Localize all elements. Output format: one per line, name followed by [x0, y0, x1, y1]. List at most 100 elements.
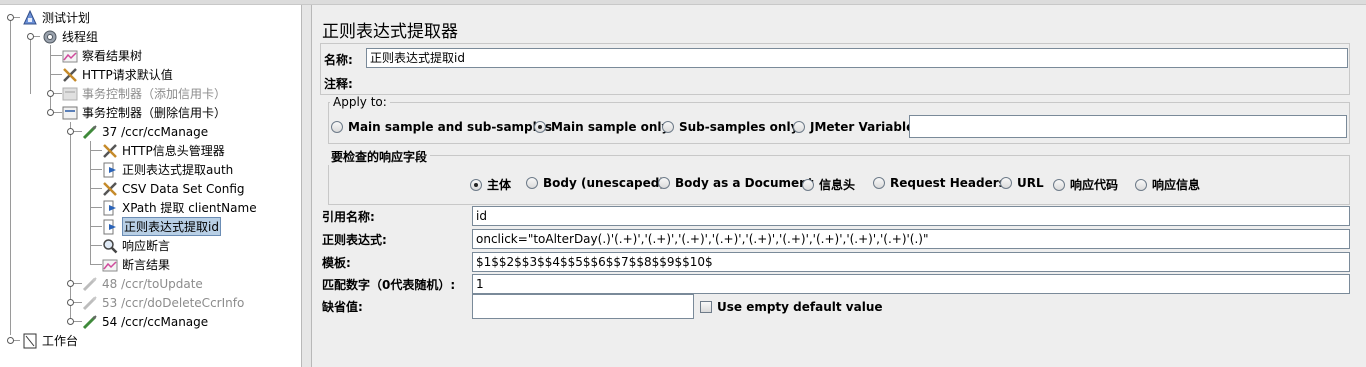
- tree-item-label: 察看结果树: [82, 49, 143, 63]
- tree-item-label: HTTP请求默认值: [82, 68, 173, 82]
- magnifier-icon: [102, 238, 118, 254]
- match-no-input[interactable]: 1: [472, 274, 1350, 294]
- tree-item-sampler-53[interactable]: 53 /ccr/doDeleteCcrInfo: [82, 293, 244, 312]
- wrench-icon: [102, 143, 118, 159]
- tree-item-view-results-tree[interactable]: 察看结果树: [62, 46, 142, 65]
- pipette-icon: [82, 124, 98, 140]
- tree-item-transaction-delete-card[interactable]: 事务控制器（删除信用卡）: [62, 103, 226, 122]
- wrench-icon: [62, 67, 78, 83]
- radio-label: JMeter Variable: [810, 120, 915, 134]
- tree-item-label: 断言结果: [122, 258, 171, 272]
- tree-item-header-manager[interactable]: HTTP信息头管理器: [102, 141, 225, 160]
- radio-dot: [793, 121, 805, 133]
- ref-name-input[interactable]: id: [472, 206, 1350, 226]
- tree-item-label: CSV Data Set Config: [122, 181, 245, 196]
- tree-item-response-assertion[interactable]: 响应断言: [102, 236, 170, 255]
- radio-sub-only[interactable]: Sub-samples only: [662, 120, 798, 134]
- radio-dot: [802, 178, 814, 191]
- split-pane-divider[interactable]: [302, 5, 312, 367]
- tree-item-sampler-54[interactable]: 54 /ccr/ccManage: [82, 312, 208, 331]
- results-chart-icon: [102, 257, 118, 273]
- radio-main-and-sub[interactable]: Main sample and sub-samples: [331, 120, 552, 134]
- regex-extractor-panel: 正则表达式提取器 名称: 正则表达式提取id 注释: Apply to: Mai…: [312, 5, 1366, 367]
- regex-label: 正则表达式:: [322, 233, 387, 247]
- tree-item-label: 事务控制器（删除信用卡）: [82, 106, 227, 120]
- regex-input[interactable]: onclick="toAlterDay(.)'(.+)','(.+)','(.+…: [472, 229, 1350, 249]
- radio-dot: [1135, 178, 1147, 191]
- tree-item-http-defaults[interactable]: HTTP请求默认值: [62, 65, 173, 84]
- match-no-label: 匹配数字（0代表随机）:: [322, 278, 456, 292]
- pipette-icon: [82, 295, 98, 311]
- tree-item-label: 54 /ccr/ccManage: [102, 314, 209, 329]
- radio-dot: [526, 177, 538, 189]
- radio-headers[interactable]: 信息头: [802, 176, 855, 193]
- tree-item-regex-auth[interactable]: 正则表达式提取auth: [102, 160, 233, 179]
- results-tree-chart-icon: [62, 48, 78, 64]
- radio-label: Body (unescaped): [543, 176, 665, 190]
- transaction-controller-icon: [62, 105, 78, 121]
- radio-label: 响应代码: [1070, 178, 1119, 192]
- tree-item-thread-group[interactable]: 线程组: [42, 27, 98, 46]
- pipette-icon: [82, 314, 98, 330]
- radio-label: Body as a Document: [675, 176, 814, 190]
- tree-item-sampler-48[interactable]: 48 /ccr/toUpdate: [82, 274, 203, 293]
- tree-item-sampler-37[interactable]: 37 /ccr/ccManage: [82, 122, 208, 141]
- radio-label: Sub-samples only: [679, 120, 799, 134]
- radio-dot: [331, 121, 343, 133]
- template-input[interactable]: $1$$2$$3$$4$$5$$6$$7$$8$$9$$10$: [472, 252, 1350, 272]
- test-plan-tree[interactable]: 测试计划 线程组 察看结果树 HTTP请求默认值 事务控制器（添加信用卡） 事务…: [0, 5, 302, 367]
- radio-dot: [470, 178, 482, 191]
- checkbox-box: [700, 301, 712, 313]
- tree-item-label: 工作台: [42, 334, 79, 348]
- panel-right-edge: [1350, 5, 1366, 367]
- radio-label: Request Headers: [890, 176, 1006, 190]
- checkbox-label: Use empty default value: [717, 300, 883, 314]
- tree-item-label: 线程组: [62, 30, 99, 44]
- tree-item-label: 测试计划: [42, 11, 91, 25]
- tree-item-label: HTTP信息头管理器: [122, 144, 225, 158]
- arrow-doc-icon: [102, 162, 118, 178]
- radio-dot: [1000, 177, 1012, 189]
- radio-label: Main sample only: [551, 120, 670, 134]
- name-input[interactable]: 正则表达式提取id: [366, 48, 1348, 68]
- radio-body[interactable]: 主体: [470, 176, 511, 193]
- tree-item-label: 正则表达式提取id: [122, 217, 221, 236]
- tree-item-assertion-results[interactable]: 断言结果: [102, 255, 170, 274]
- comment-input[interactable]: [366, 73, 1348, 90]
- template-label: 模板:: [322, 256, 351, 270]
- tree-item-test-plan[interactable]: 测试计划: [22, 8, 90, 27]
- arrow-doc-icon: [102, 200, 118, 216]
- page-title: 正则表达式提取器: [322, 22, 458, 42]
- radio-dot: [658, 177, 670, 189]
- radio-url[interactable]: URL: [1000, 176, 1044, 190]
- radio-main-only[interactable]: Main sample only: [534, 120, 669, 134]
- default-value-input[interactable]: [472, 294, 694, 319]
- radio-response-code[interactable]: 响应代码: [1053, 176, 1118, 193]
- radio-response-message[interactable]: 响应信息: [1135, 176, 1200, 193]
- radio-label: Main sample and sub-samples: [348, 120, 553, 134]
- jmeter-variable-input[interactable]: [909, 115, 1347, 138]
- tree-item-xpath-clientname[interactable]: XPath 提取 clientName: [102, 198, 257, 217]
- radio-label: 主体: [487, 178, 512, 192]
- tree-item-transaction-add-card[interactable]: 事务控制器（添加信用卡）: [62, 84, 226, 103]
- apply-to-title: Apply to:: [330, 95, 390, 109]
- arrow-doc-icon: [102, 219, 118, 235]
- radio-request-headers[interactable]: Request Headers: [873, 176, 1006, 190]
- use-empty-default-checkbox[interactable]: Use empty default value: [700, 300, 883, 314]
- test-plan-icon: [22, 9, 38, 26]
- pipette-icon: [82, 276, 98, 292]
- tree-item-regex-id[interactable]: 正则表达式提取id: [102, 217, 221, 236]
- radio-body-unescaped[interactable]: Body (unescaped): [526, 176, 665, 190]
- radio-dot: [1053, 178, 1065, 191]
- field-check-title: 要检查的响应字段: [328, 148, 431, 165]
- tree-item-label: 响应断言: [122, 239, 171, 253]
- tree-item-workbench[interactable]: 工作台: [22, 331, 78, 350]
- radio-label: 响应信息: [1152, 178, 1201, 192]
- radio-body-as-document[interactable]: Body as a Document: [658, 176, 813, 190]
- tree-item-csv-config[interactable]: CSV Data Set Config: [102, 179, 245, 198]
- radio-jmeter-variable[interactable]: JMeter Variable: [793, 120, 914, 134]
- tree-item-label: XPath 提取 clientName: [122, 201, 257, 215]
- radio-dot: [534, 121, 546, 133]
- name-label: 名称:: [324, 53, 353, 67]
- tree-item-label: 正则表达式提取auth: [122, 163, 234, 177]
